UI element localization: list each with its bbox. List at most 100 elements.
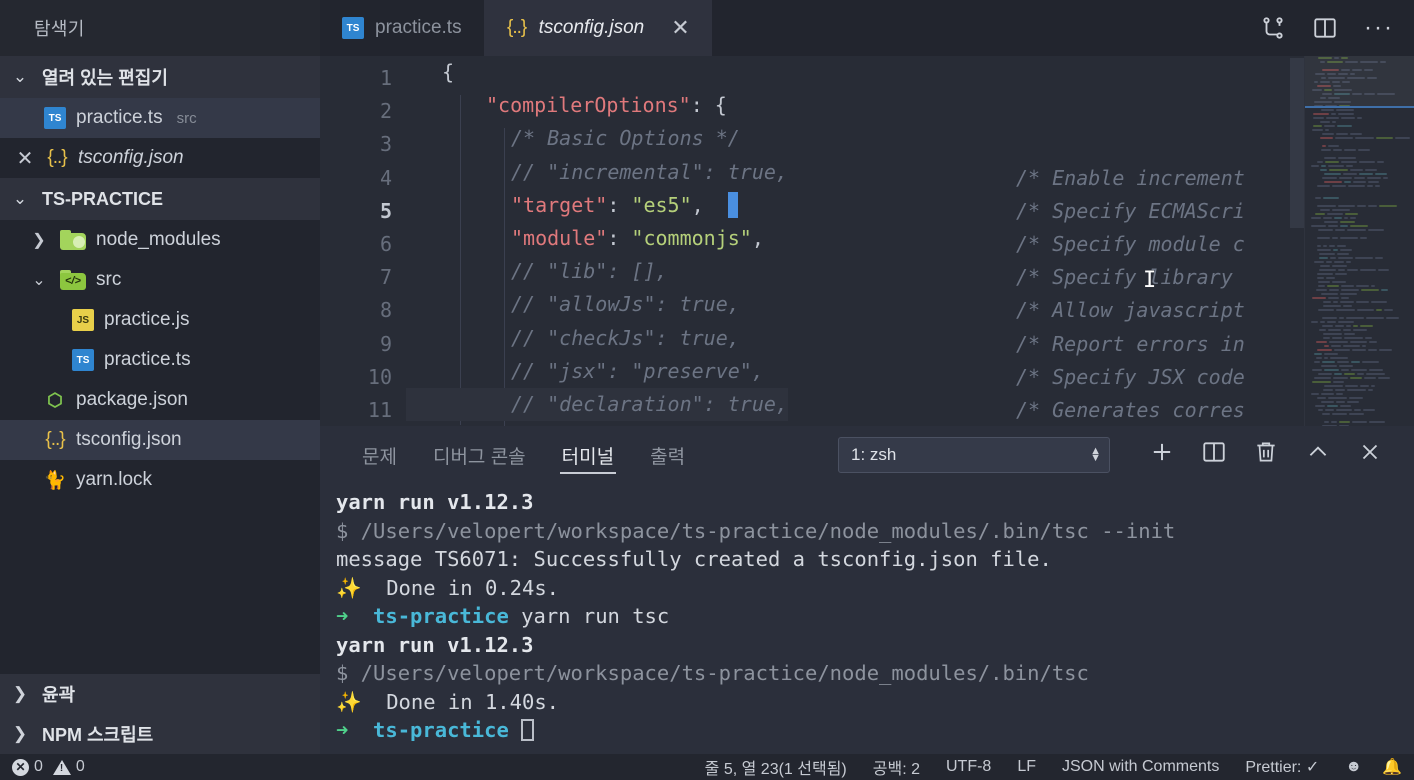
chevron-down-icon: ⌄ — [12, 189, 28, 208]
editor-minimap[interactable] — [1304, 56, 1414, 426]
text-cursor — [727, 191, 738, 218]
close-panel-icon[interactable] — [1344, 439, 1396, 472]
line-number: 3 — [379, 132, 392, 157]
tree-item-practice-ts[interactable]: TS practice.ts — [0, 340, 320, 380]
line-number: 4 — [379, 165, 392, 190]
minimap-slider[interactable] — [1305, 56, 1414, 108]
folder-icon — [60, 230, 86, 250]
line-number: 6 — [379, 231, 392, 256]
trailing-comment: /* Allow javascript — [1016, 298, 1245, 323]
error-count: 0 — [34, 758, 43, 775]
tree-item-tsconfig-json[interactable]: {..} tsconfig.json — [0, 420, 320, 460]
more-actions-icon[interactable]: ··· — [1364, 14, 1394, 42]
terminal-line: yarn run v1.12.3 — [336, 490, 534, 514]
json-file-icon: {..} — [47, 147, 67, 168]
tab-practice-ts[interactable]: TS practice.ts — [320, 0, 484, 56]
open-editor-tsconfig-json[interactable]: ✕ {..} tsconfig.json — [0, 138, 320, 178]
status-bar-left: ✕ 0 0 — [12, 758, 85, 776]
status-bar-center: 줄 5, 열 23(1 선택됨) 공백: 2 UTF-8 LF JSON wit… — [705, 755, 1320, 779]
section-label: 윤곽 — [42, 685, 76, 705]
split-in-group-icon[interactable] — [1260, 15, 1286, 41]
panel-header: 문제 디버그 콘솔 터미널 출력 1: zsh ▲ ▼ — [320, 426, 1414, 484]
tree-item-label: package.json — [76, 389, 188, 410]
status-bar-right: ☻ 🔔 — [1345, 757, 1402, 777]
javascript-file-icon: JS — [72, 309, 94, 331]
panel-actions: 1: zsh ▲ ▼ — [838, 426, 1414, 484]
trailing-comment — [1016, 95, 1245, 128]
yarn-file-icon: 🐈 — [43, 469, 67, 490]
trailing-comment: /* Enable increment — [1016, 165, 1245, 190]
open-editor-label: tsconfig.json — [78, 147, 184, 168]
status-errors[interactable]: ✕ 0 — [12, 758, 43, 776]
tab-label: tsconfig.json — [538, 17, 645, 38]
chevron-right-icon: ❯ — [12, 684, 28, 703]
code-content[interactable]: { "compilerOptions": { /* Basic Options … — [406, 56, 1414, 426]
line-number: 7 — [379, 265, 392, 290]
code-editor[interactable]: 1 2 3 4 5 6 7 8 9 10 11 {"compilerOptio… — [320, 56, 1414, 426]
tree-item-yarn-lock[interactable]: 🐈 yarn.lock — [0, 460, 320, 500]
editor-vertical-scrollbar[interactable] — [1290, 56, 1304, 426]
maximize-panel-icon[interactable] — [1292, 439, 1344, 472]
line-number-active: 5 — [379, 198, 392, 223]
status-warnings[interactable]: 0 — [52, 758, 85, 776]
code-line: // "declaration": true, — [406, 387, 788, 422]
close-icon[interactable]: ✕ — [14, 146, 36, 171]
panel-tab-output[interactable]: 출력 — [632, 426, 703, 484]
terminal-output[interactable]: yarn run v1.12.3 $ /Users/velopert/worksp… — [320, 484, 1414, 754]
section-label: TS-PRACTICE — [42, 188, 163, 209]
line-number: 2 — [379, 99, 392, 124]
nodejs-file-icon: ⬡ — [47, 389, 63, 410]
trailing-comment — [1016, 128, 1245, 161]
tree-item-package-json[interactable]: ⬡ package.json — [0, 380, 320, 420]
new-terminal-icon[interactable] — [1136, 438, 1188, 473]
status-eol[interactable]: LF — [1017, 758, 1036, 776]
section-outline[interactable]: ❯ 윤곽 — [0, 674, 320, 714]
section-project-root[interactable]: ⌄ TS-PRACTICE — [0, 178, 320, 220]
vscode-window: 탐색기 TS practice.ts {..} tsconfig.json ✕ — [0, 0, 1414, 780]
kill-terminal-icon[interactable] — [1240, 439, 1292, 472]
status-encoding[interactable]: UTF-8 — [946, 758, 991, 776]
terminal-line: ➜ ts-practice — [336, 716, 1414, 745]
tab-tsconfig-json[interactable]: {..} tsconfig.json ✕ — [483, 0, 712, 56]
tree-item-src[interactable]: ⌄ </> src — [0, 260, 320, 300]
code-line: // "incremental": true, — [511, 159, 788, 184]
chevron-down-icon: ⌄ — [32, 272, 46, 289]
folder-src-icon: </> — [60, 270, 86, 290]
open-editor-practice-ts[interactable]: TS practice.ts src — [0, 98, 320, 138]
code-line: // "lib": [], — [511, 259, 668, 284]
code-line: { — [442, 60, 455, 84]
smiley-icon[interactable]: ☻ — [1345, 758, 1362, 776]
status-cursor-position[interactable]: 줄 5, 열 23(1 선택됨) — [705, 755, 847, 779]
tree-item-label: practice.ts — [104, 349, 191, 370]
panel-tab-terminal[interactable]: 터미널 — [544, 426, 632, 484]
tab-close-icon[interactable]: ✕ — [671, 17, 689, 39]
section-open-editors[interactable]: ⌄ 열려 있는 편집기 — [0, 56, 320, 98]
code-line: /* Basic Options */ — [511, 126, 740, 151]
tree-item-practice-js[interactable]: JS practice.js — [0, 300, 320, 340]
status-language-mode[interactable]: JSON with Comments — [1062, 758, 1219, 776]
panel-tab-problems[interactable]: 문제 — [344, 426, 415, 484]
terminal-select[interactable]: 1: zsh ▲ ▼ — [838, 437, 1110, 473]
status-indentation[interactable]: 공백: 2 — [873, 755, 920, 779]
panel-tab-debug-console[interactable]: 디버그 콘솔 — [415, 426, 544, 484]
line-number-gutter: 1 2 3 4 5 6 7 8 9 10 11 — [320, 56, 406, 426]
split-terminal-icon[interactable] — [1188, 439, 1240, 472]
explorer-sidebar: ⌄ 열려 있는 편집기 TS practice.ts src ✕ {..} ts… — [0, 56, 320, 754]
editor-and-panel-column: 1 2 3 4 5 6 7 8 9 10 11 {"compilerOptio… — [320, 56, 1414, 754]
title-and-tabs-row: 탐색기 TS practice.ts {..} tsconfig.json ✕ — [0, 0, 1414, 56]
tree-item-label: src — [96, 269, 122, 290]
line-number: 8 — [379, 298, 392, 323]
tree-item-node-modules[interactable]: ❯ node_modules — [0, 220, 320, 260]
code-line: // "checkJs": true, — [511, 325, 740, 350]
status-prettier[interactable]: Prettier: ✓ — [1245, 757, 1319, 777]
explorer-title-label: 탐색기 — [34, 19, 85, 39]
terminal-line: ✨ Done in 0.24s. — [336, 575, 560, 600]
section-npm-scripts[interactable]: ❯ NPM 스크립트 — [0, 714, 320, 754]
code-lines: { "compilerOptions": { /* Basic Options … — [406, 56, 788, 422]
code-line-active: "target": "es5", — [406, 189, 788, 222]
bell-icon[interactable]: 🔔 — [1382, 757, 1402, 777]
terminal-line: $ /Users/velopert/workspace/ts-practice/… — [336, 518, 1176, 543]
terminal-cursor — [521, 719, 535, 741]
code-line: // "jsx": "preserve", — [511, 358, 764, 383]
split-editor-icon[interactable] — [1312, 15, 1338, 41]
